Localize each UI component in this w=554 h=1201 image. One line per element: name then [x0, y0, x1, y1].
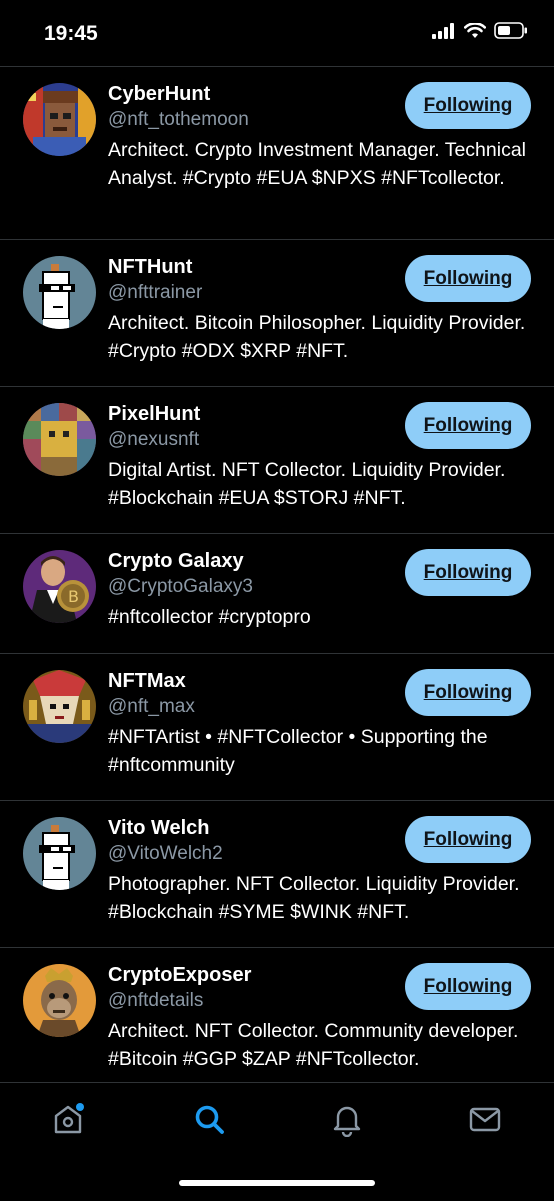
status-time: 19:45	[44, 22, 98, 45]
notifications-icon[interactable]	[329, 1101, 365, 1138]
tab-home[interactable]	[50, 1101, 86, 1137]
account-handle: @nftdetails	[108, 990, 204, 1011]
status-icons	[432, 22, 528, 39]
avatar[interactable]	[23, 817, 96, 890]
account-handle: @nft_tothemoon	[108, 109, 249, 130]
wifi-icon	[464, 22, 486, 38]
battery-icon	[494, 22, 527, 39]
tab-notifications[interactable]	[329, 1101, 365, 1138]
home-indicator	[179, 1180, 375, 1186]
account-name[interactable]: CyberHunt	[108, 83, 210, 106]
account-handle: @nexusnft	[108, 429, 200, 450]
account-name[interactable]: Crypto Galaxy	[108, 550, 244, 573]
account-bio: Photographer. NFT Collector. Liquidity P…	[108, 873, 520, 923]
account-name[interactable]: NFTHunt	[108, 256, 192, 279]
svg-text:B: B	[68, 587, 79, 606]
account-row[interactable]: PixelHunt @nexusnft Digital Artist. NFT …	[0, 387, 554, 534]
status-bar: 19:45	[0, 0, 554, 66]
account-name[interactable]: Vito Welch	[108, 817, 210, 840]
avatar[interactable]: B	[23, 550, 96, 623]
tab-search[interactable]	[191, 1101, 227, 1137]
following-button[interactable]: Following	[405, 255, 531, 302]
account-bio: Digital Artist. NFT Collector. Liquidity…	[108, 459, 506, 509]
account-bio: Architect. Crypto Investment Manager. Te…	[108, 139, 527, 189]
account-handle: @nft_max	[108, 696, 195, 717]
avatar[interactable]	[23, 670, 96, 743]
following-button[interactable]: Following	[405, 669, 531, 716]
avatar[interactable]	[23, 83, 96, 156]
avatar[interactable]	[23, 964, 96, 1037]
account-bio: Architect. Bitcoin Philosopher. Liquidit…	[108, 312, 526, 362]
account-row[interactable]: NFTMax @nft_max #NFTArtist • #NFTCollect…	[0, 654, 554, 801]
messages-icon[interactable]	[467, 1101, 503, 1137]
following-button[interactable]: Following	[405, 82, 531, 129]
account-row[interactable]: NFTHunt @nfttrainer Architect. Bitcoin P…	[0, 240, 554, 387]
signal-icon	[432, 22, 454, 39]
account-row[interactable]: B Crypto Galaxy @CryptoGalaxy3 #nftcolle…	[0, 534, 554, 654]
following-button[interactable]: Following	[405, 402, 531, 449]
tab-messages[interactable]	[467, 1101, 503, 1137]
account-handle: @nfttrainer	[108, 282, 203, 303]
account-bio: #nftcollector #cryptopro	[108, 606, 311, 628]
following-button[interactable]: Following	[405, 816, 531, 863]
following-list[interactable]: CyberHunt @nft_tothemoon Architect. Cryp…	[0, 66, 554, 1083]
account-bio: Architect. NFT Collector. Community deve…	[108, 1020, 519, 1070]
search-icon[interactable]	[191, 1101, 227, 1137]
account-bio: #NFTArtist • #NFTCollector • Supporting …	[108, 726, 488, 776]
account-row[interactable]: Vito Welch @VitoWelch2 Photographer. NFT…	[0, 801, 554, 948]
account-handle: @CryptoGalaxy3	[108, 576, 253, 597]
account-name[interactable]: PixelHunt	[108, 403, 200, 426]
following-button[interactable]: Following	[405, 549, 531, 596]
avatar[interactable]	[23, 403, 96, 476]
avatar[interactable]	[23, 256, 96, 329]
account-row[interactable]: CyberHunt @nft_tothemoon Architect. Cryp…	[0, 67, 554, 240]
home-icon[interactable]	[50, 1101, 86, 1137]
account-name[interactable]: CryptoExposer	[108, 964, 251, 987]
account-name[interactable]: NFTMax	[108, 670, 186, 693]
account-row[interactable]: CryptoExposer @nftdetails Architect. NFT…	[0, 948, 554, 1083]
account-handle: @VitoWelch2	[108, 843, 223, 864]
following-button[interactable]: Following	[405, 963, 531, 1010]
